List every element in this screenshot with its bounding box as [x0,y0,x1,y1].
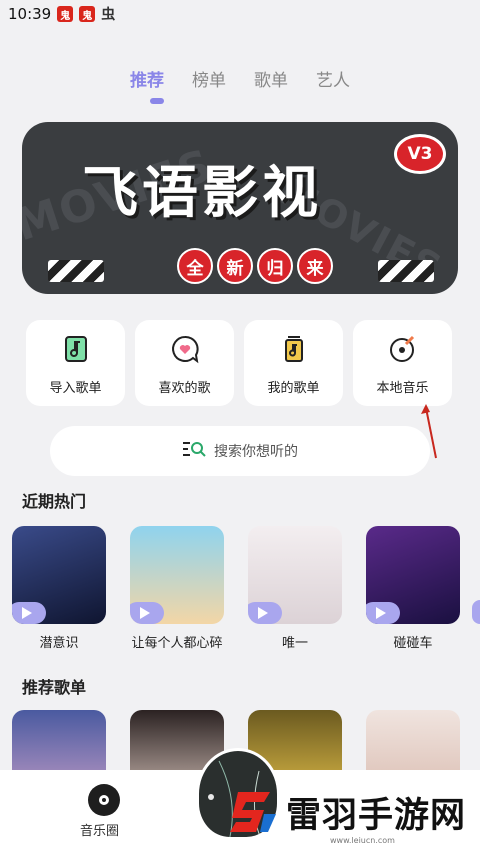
my-playlist-icon [276,331,312,367]
section-title-recommended: 推荐歌单 [22,678,87,697]
banner-subtitle-char: 归 [257,248,293,284]
status-bar: 10:39 鬼 鬼 虫 [0,0,480,28]
banner-subtitle-char: 来 [297,248,333,284]
list-overflow-peek [472,600,480,624]
watermark-text: 雷羽手游网 [286,795,467,836]
tab-artists[interactable]: 艺人 [312,66,354,91]
song-title: 潜意识 [39,636,79,651]
status-time: 10:39 [8,5,52,23]
favorite-songs-icon [167,331,203,367]
song-card[interactable]: 潜意识 [12,526,106,651]
import-playlist-button[interactable]: 导入歌单 [26,320,125,406]
import-playlist-icon [58,331,94,367]
search-input[interactable]: 搜索你想听的 [214,441,298,461]
section-title-recent-hot: 近期热门 [22,492,87,511]
quick-actions: 导入歌单 喜欢的歌 我的歌单 本地音乐 [26,320,454,406]
watermark-logo [230,792,276,832]
song-cover [248,526,342,624]
app-notification-icon: 鬼 [57,6,74,22]
favorite-songs-button[interactable]: 喜欢的歌 [135,320,234,406]
song-title: 唯一 [281,636,308,651]
play-icon[interactable] [12,602,46,624]
banner-title: 飞语影视 [82,161,322,226]
local-music-icon [385,331,421,367]
banner-subtitle: 全 新 归 来 [177,248,333,284]
song-cover [366,526,460,624]
my-playlist-label: 我的歌单 [267,380,320,396]
local-music-label: 本地音乐 [376,380,429,396]
my-playlist-button[interactable]: 我的歌单 [244,320,343,406]
song-card[interactable]: 唯一 [248,526,342,651]
tab-indicator [150,98,164,104]
clapperboard-icon [48,260,104,282]
bug-icon: 虫 [101,7,116,23]
play-icon[interactable] [248,602,282,624]
search-bar[interactable]: 搜索你想听的 [50,426,430,476]
clapperboard-icon [378,260,434,282]
search-icon [182,439,206,463]
tab-playlists[interactable]: 歌单 [250,66,292,91]
favorite-songs-label: 喜欢的歌 [158,380,211,396]
nav-music-circle-label[interactable]: 音乐圈 [80,820,119,839]
watermark-url: www.leiucn.com [330,836,395,845]
play-icon[interactable] [130,602,164,624]
local-music-button[interactable]: 本地音乐 [353,320,452,406]
song-title: 碰碰车 [393,636,433,651]
banner-version-badge: V3 [394,134,446,174]
song-card[interactable]: 碰碰车 [366,526,460,651]
tab-charts[interactable]: 榜单 [188,66,230,91]
banner-subtitle-char: 新 [217,248,253,284]
recent-hot-list: 潜意识 让每个人都心碎 唯一 碰碰车 [12,526,460,651]
promo-banner[interactable]: MOVIES MOVIES 飞语影视 V3 全 新 归 来 [22,122,458,294]
watermark: 雷羽手游网 [224,786,466,838]
song-cover [130,526,224,624]
play-icon[interactable] [366,602,400,624]
tab-recommend[interactable]: 推荐 [126,66,168,91]
music-circle-icon[interactable] [88,784,120,816]
import-playlist-label: 导入歌单 [49,380,102,396]
song-cover [12,526,106,624]
app-notification-icon: 鬼 [79,6,96,22]
banner-subtitle-char: 全 [177,248,213,284]
top-tabs: 推荐 榜单 歌单 艺人 [0,66,480,91]
song-card[interactable]: 让每个人都心碎 [130,526,224,651]
song-title: 让每个人都心碎 [131,636,223,651]
